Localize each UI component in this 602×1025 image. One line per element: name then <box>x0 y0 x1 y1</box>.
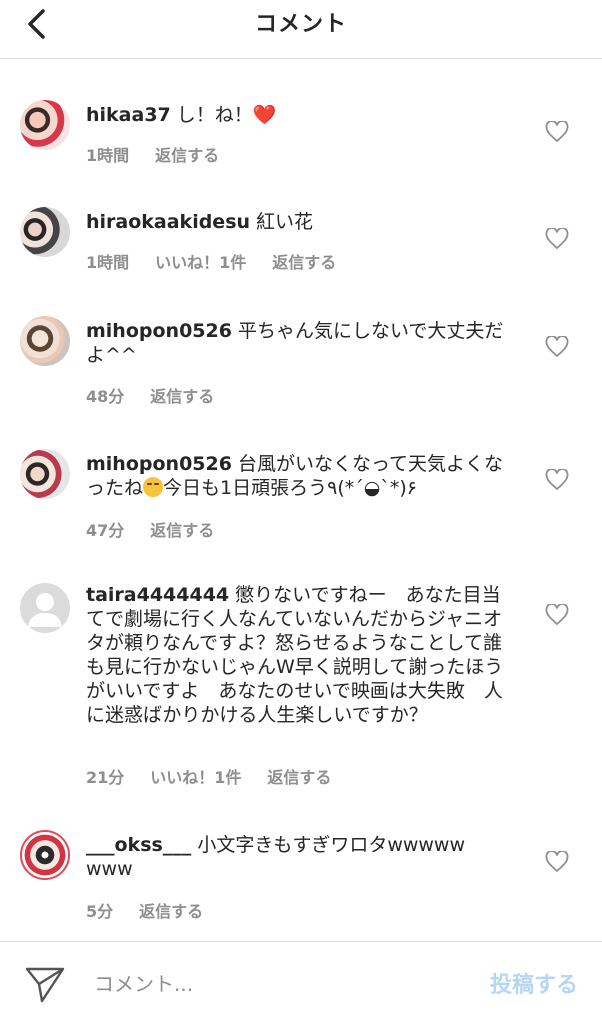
avatar[interactable] <box>20 316 70 366</box>
comment-meta: 1時間 返信する <box>86 142 219 166</box>
like-button[interactable] <box>544 120 570 144</box>
heart-outline-icon <box>545 336 569 358</box>
comment-meta: 21分 いいね！1件 返信する <box>86 764 331 788</box>
comment-text-continued: 今日も1日頑張ろう٩(*´◒`*)۶ <box>163 477 417 499</box>
avatar[interactable] <box>20 100 70 150</box>
reply-button[interactable]: 返信する <box>272 249 336 273</box>
like-button[interactable] <box>544 468 570 492</box>
comment-meta: 5分 返信する <box>86 898 203 922</box>
page-title: コメント <box>254 12 347 37</box>
comment-time: 48分 <box>86 387 125 406</box>
heart-outline-icon <box>545 851 569 873</box>
like-button[interactable] <box>544 603 570 627</box>
like-button[interactable] <box>544 335 570 359</box>
reply-button[interactable]: 返信する <box>267 764 331 788</box>
comment-username[interactable]: taira4444444 <box>86 584 229 606</box>
comment-body: taira4444444 懲りないですねー あなた目当てで劇場に行く人なんていない… <box>86 583 506 727</box>
avatar[interactable] <box>20 207 70 257</box>
comment-time: 1時間 <box>86 146 130 165</box>
avatar[interactable] <box>20 449 70 499</box>
red-heart-icon: ❤️ <box>252 104 277 126</box>
paper-plane-icon[interactable] <box>24 964 66 1006</box>
heart-outline-icon <box>545 121 569 143</box>
reply-button[interactable]: 返信する <box>139 898 203 922</box>
comment-meta: 48分 返信する <box>86 383 214 407</box>
comment-time: 5分 <box>86 902 114 921</box>
like-count[interactable]: いいね！1件 <box>155 249 246 273</box>
header-bar: コメント <box>0 0 602 59</box>
comment-meta: 47分 返信する <box>86 517 214 541</box>
reply-button[interactable]: 返信する <box>155 142 219 166</box>
comment-body: mihopon0526 台風がいなくなって天気よくなったね 今日も1日頑張ろう٩(*… <box>86 452 506 500</box>
comment-username[interactable]: hiraokaakidesu <box>86 211 250 233</box>
comment-composer: 投稿する <box>0 941 602 1025</box>
comment-body: ___okss___ 小文字きもすぎワロタwwwwwwww <box>86 833 466 881</box>
avatar[interactable] <box>20 830 70 880</box>
like-button[interactable] <box>544 850 570 874</box>
comment-time: 47分 <box>86 521 125 540</box>
comment-text: し！ね！ <box>176 104 253 126</box>
comment-input[interactable] <box>92 967 456 1001</box>
comment-text: 紅い花 <box>256 211 314 233</box>
comment-body: mihopon0526 平ちゃん気にしないで大丈夫だよ^^ <box>86 319 506 367</box>
comment-body: hikaa37 し！ね！❤️ <box>86 103 506 127</box>
comment-username[interactable]: mihopon0526 <box>86 320 232 342</box>
comment-username[interactable]: ___okss___ <box>86 834 191 856</box>
like-button[interactable] <box>544 227 570 251</box>
like-count[interactable]: いいね！1件 <box>150 764 241 788</box>
post-button[interactable]: 投稿する <box>490 967 578 999</box>
comment-meta: 1時間 いいね！1件 返信する <box>86 249 336 273</box>
default-avatar[interactable] <box>20 583 70 633</box>
heart-outline-icon <box>545 228 569 250</box>
user-silhouette-icon <box>28 593 62 627</box>
comment-time: 1時間 <box>86 253 130 272</box>
smiling-face-emoji-icon <box>143 477 164 497</box>
comment-username[interactable]: hikaa37 <box>86 104 171 126</box>
reply-button[interactable]: 返信する <box>150 517 214 541</box>
comment-time: 21分 <box>86 768 125 787</box>
heart-outline-icon <box>545 469 569 491</box>
heart-outline-icon <box>545 604 569 626</box>
comment-body: hiraokaakidesu 紅い花 <box>86 210 506 234</box>
reply-button[interactable]: 返信する <box>150 383 214 407</box>
comment-username[interactable]: mihopon0526 <box>86 453 232 475</box>
